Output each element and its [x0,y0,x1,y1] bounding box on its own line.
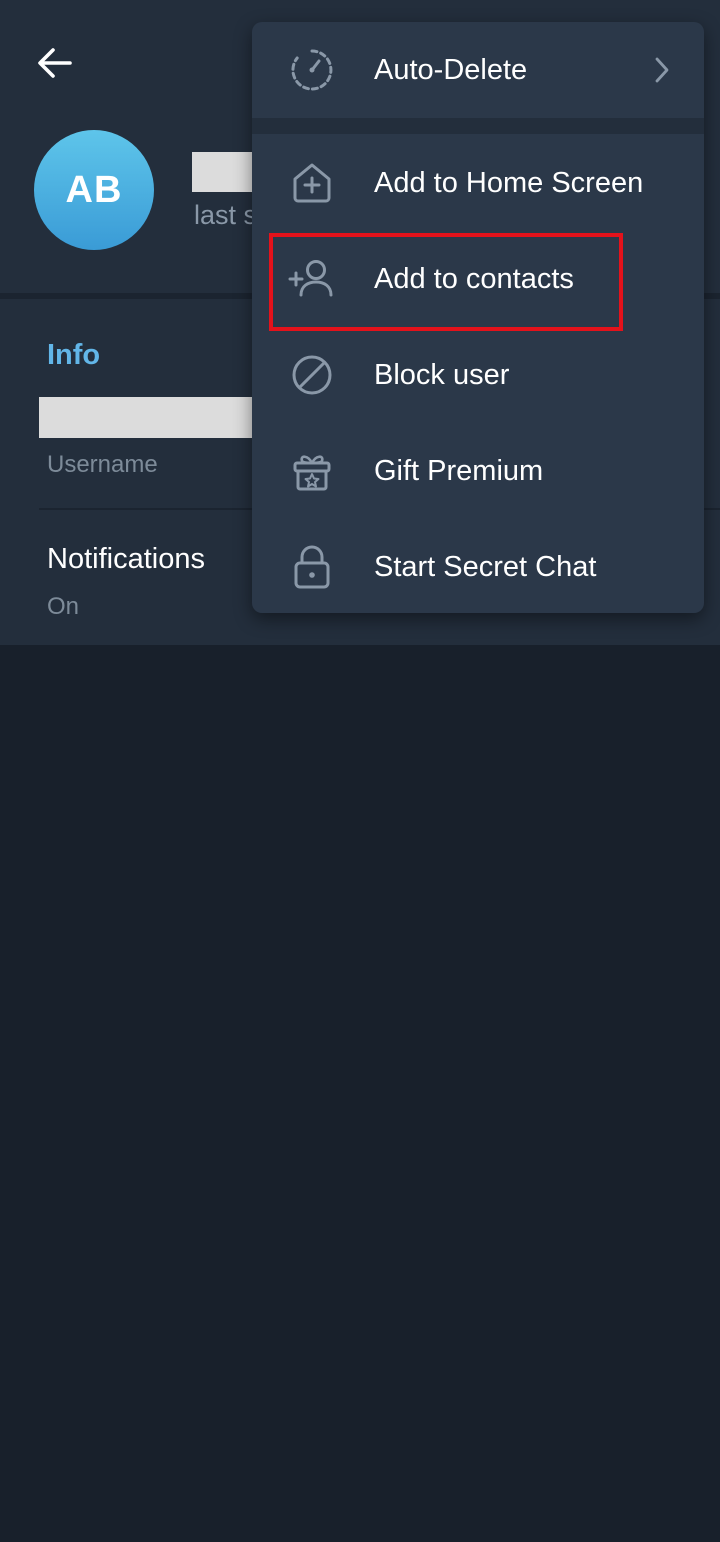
menu-item-label: Auto-Delete [374,53,528,86]
menu-item-auto-delete[interactable]: Auto-Delete [252,22,704,118]
menu-item-block-user[interactable]: Block user [252,327,704,423]
menu-item-label: Block user [374,358,510,391]
menu-item-label: Start Secret Chat [374,550,597,583]
menu-item-add-to-home-screen[interactable]: Add to Home Screen [252,135,704,231]
username-label: Username [47,451,158,478]
menu-item-label: Add to Home Screen [374,166,644,199]
avatar[interactable]: AB [34,130,154,250]
username-value-redacted[interactable] [39,397,259,438]
back-button[interactable] [30,38,80,88]
arrow-left-icon [38,48,72,78]
info-section-title: Info [47,339,101,371]
block-icon [288,351,336,399]
highlight-annotation [269,233,623,331]
menu-separator [252,118,704,134]
last-seen-status: last s [194,200,258,230]
menu-item-label: Gift Premium [374,454,544,487]
lock-icon [288,543,336,591]
chevron-right-icon [650,55,674,85]
menu-item-gift-premium[interactable]: Gift Premium [252,423,704,519]
avatar-initials: AB [65,168,123,211]
profile-screen: AB last s Info Username Notifications On… [0,0,720,1542]
timer-icon [288,46,336,94]
home-add-icon [288,159,336,207]
menu-item-start-secret-chat[interactable]: Start Secret Chat [252,519,704,613]
notifications-value: On [47,593,80,620]
notifications-title[interactable]: Notifications [47,543,205,576]
gift-icon [288,447,336,495]
